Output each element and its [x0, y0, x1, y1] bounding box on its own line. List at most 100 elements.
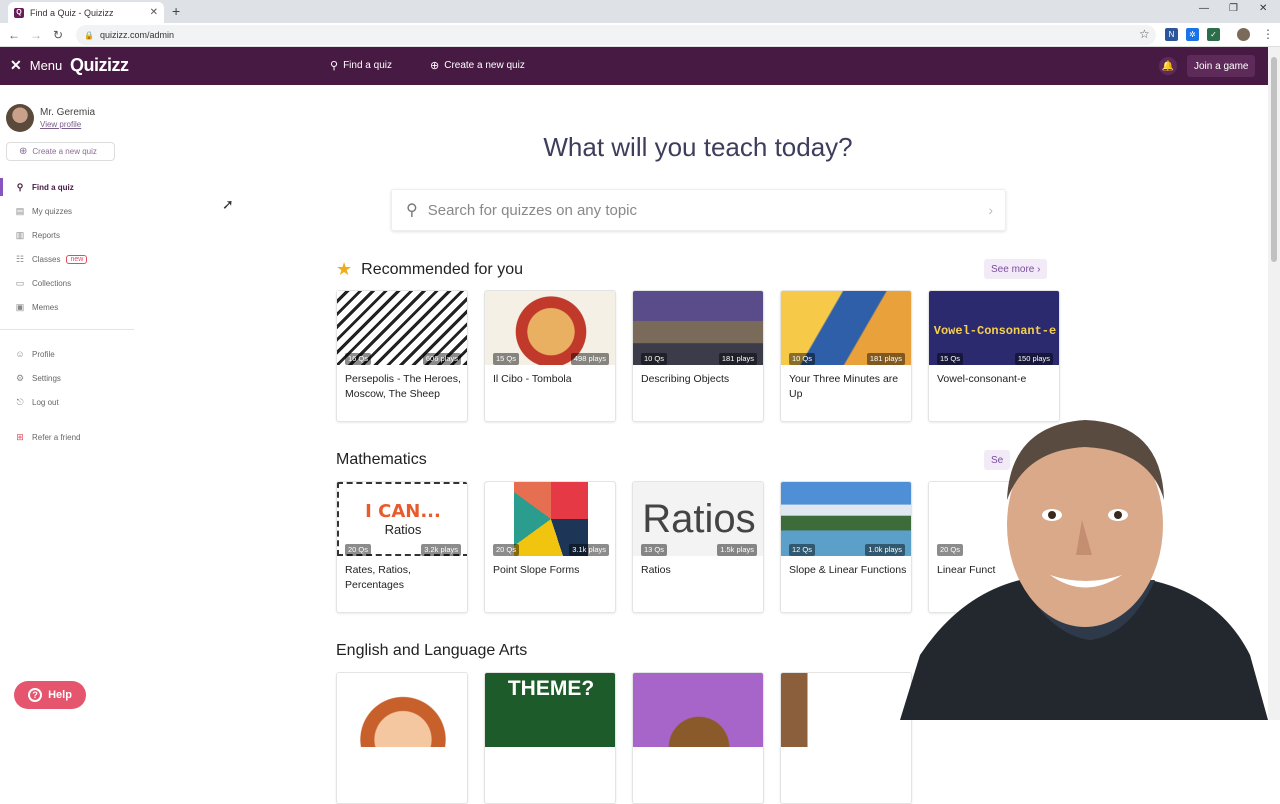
play-count: 181 plays [866, 353, 905, 365]
logout-icon: ⎋ [16, 396, 24, 407]
quiz-title: Slope & Linear Functions [789, 564, 907, 576]
play-count: 150 plays [1014, 353, 1053, 365]
quiz-meta: 16 Qs 606 plays [337, 353, 467, 365]
notification-bell-icon[interactable]: 🔔 [1159, 57, 1177, 75]
quiz-meta: 13 Qs 1.5k plays [633, 544, 763, 556]
quiz-card[interactable] [632, 672, 764, 804]
url-field[interactable]: 🔒 quizizz.com/admin [76, 25, 1156, 45]
help-button[interactable]: ? Help [14, 681, 86, 709]
quiz-title: Describing Objects [641, 373, 730, 385]
create-quiz-label: Create a new quiz [444, 60, 525, 71]
tab-close-icon[interactable]: ✕ [150, 7, 158, 18]
browser-tab-bar: Q Find a Quiz - Quizizz ✕ + — ❐ ✕ [0, 0, 1280, 23]
user-icon: ☺ [15, 349, 25, 359]
sidebar-item-find-quiz[interactable]: ⚲ Find a quiz [0, 176, 134, 198]
browser-tab[interactable]: Q Find a Quiz - Quizizz ✕ [8, 2, 164, 23]
quiz-meta: 15 Qs 498 plays [485, 353, 615, 365]
sidebar-item-label: Log out [32, 397, 59, 407]
header-create-quiz-link[interactable]: ⊕ Create a new quiz [430, 59, 525, 72]
quiz-card[interactable]: 16 Qs 606 plays Persepolis - The Heroes, … [336, 290, 468, 422]
avatar [6, 104, 34, 132]
header-find-quiz-link[interactable]: ⚲ Find a quiz [330, 59, 392, 72]
quiz-title: Il Cibo - Tombola [493, 373, 572, 385]
window-minimize-icon[interactable]: — [1199, 3, 1209, 14]
play-count: 498 plays [570, 353, 609, 365]
quiz-thumbnail: THEME? [485, 673, 615, 747]
sidebar-create-quiz-button[interactable]: ⊕ Create a new quiz [6, 142, 115, 161]
sidebar-item-log-out[interactable]: ⎋ Log out [0, 391, 134, 413]
sidebar-item-reports[interactable]: ▥ Reports [0, 224, 134, 246]
quiz-title: Ratios [641, 564, 671, 576]
user-profile[interactable]: Mr. Geremia View profile [6, 104, 95, 132]
chevron-right-icon: › [1034, 263, 1041, 275]
page-scrollbar[interactable] [1268, 47, 1280, 720]
see-more-label: See more [991, 263, 1035, 275]
quiz-card[interactable]: Ratios 13 Qs 1.5k plays Ratios [632, 481, 764, 613]
quiz-search-bar[interactable]: ⚲ › [391, 189, 1006, 231]
view-profile-link[interactable]: View profile [40, 120, 95, 129]
quiz-card[interactable]: I CAN... Ratios 20 Qs 3.2k plays Rates, R… [336, 481, 468, 613]
section-title-recommended: ★ Recommended for you [336, 259, 523, 280]
quiz-meta: 20 Qs 3.2k plays [337, 544, 467, 556]
quiz-thumbnail [781, 673, 911, 747]
sidebar-item-my-quizzes[interactable]: ▤ My quizzes [0, 200, 134, 222]
document-icon: ▤ [15, 205, 25, 216]
search-input[interactable] [427, 201, 989, 219]
extension-icon[interactable]: N [1165, 28, 1178, 41]
reload-icon[interactable]: ↻ [47, 28, 69, 42]
quiz-card[interactable]: 10 Qs 181 plays Your Three Minutes are Up [780, 290, 912, 422]
quiz-card[interactable]: 20 Qs 3.1k plays Point Slope Forms [484, 481, 616, 613]
quiz-card[interactable]: 15 Qs 498 plays Il Cibo - Tombola [484, 290, 616, 422]
play-count: 606 plays [422, 353, 461, 365]
join-game-button[interactable]: Join a game [1187, 55, 1256, 77]
sidebar-item-label: My quizzes [32, 206, 73, 216]
url-text: quizizz.com/admin [99, 30, 174, 40]
menu-label: Menu [29, 58, 63, 73]
app-header: ✕ Menu Quizizz ⚲ Find a quiz ⊕ Create a … [0, 47, 1268, 85]
sidebar-item-refer-friend[interactable]: ⊞ Refer a friend [0, 426, 134, 448]
quiz-card[interactable] [336, 672, 468, 804]
thumbnail-text: Ratios [384, 522, 422, 537]
webcam-overlay [900, 405, 1268, 720]
forward-icon[interactable]: → [25, 28, 47, 42]
sidebar-item-settings[interactable]: ⚙ Settings [0, 367, 134, 389]
browser-menu-icon[interactable]: ⋮ [1262, 27, 1274, 41]
quiz-card[interactable] [780, 672, 912, 804]
sidebar-item-collections[interactable]: ▭ Collections [0, 272, 134, 294]
question-count: 10 Qs [641, 353, 668, 365]
quiz-card[interactable]: THEME? [484, 672, 616, 804]
quiz-thumbnail [633, 673, 763, 747]
bookmark-star-icon[interactable]: ☆ [1139, 27, 1150, 41]
quizizz-logo[interactable]: Quizizz [70, 55, 129, 76]
window-close-icon[interactable]: ✕ [1259, 3, 1267, 14]
quiz-card[interactable]: 12 Qs 1.0k plays Slope & Linear Functions [780, 481, 912, 613]
quiz-card[interactable]: Vowel-Consonant-e 15 Qs 150 plays Vowel-c… [928, 290, 1060, 422]
window-restore-icon[interactable]: ❐ [1229, 3, 1238, 14]
browser-profile-avatar[interactable] [1237, 28, 1250, 41]
sidebar-item-classes[interactable]: ☷ Classes new [0, 248, 134, 270]
question-count: 15 Qs [493, 353, 520, 365]
quiz-card[interactable]: 10 Qs 181 plays Describing Objects [632, 290, 764, 422]
plus-circle-icon: ⊕ [430, 60, 440, 72]
user-name: Mr. Geremia [40, 107, 96, 118]
extension-icon[interactable]: ✲ [1186, 28, 1199, 41]
question-count: 15 Qs [937, 353, 964, 365]
scrollbar-thumb[interactable] [1271, 57, 1277, 262]
sidebar-item-memes[interactable]: ▣ Memes [0, 296, 134, 318]
new-tab-icon[interactable]: + [172, 3, 180, 19]
image-icon: ▣ [15, 301, 25, 312]
see-more-button[interactable]: See more › [984, 259, 1048, 279]
section-title-english: English and Language Arts [336, 642, 527, 660]
chevron-right-icon[interactable]: › [988, 202, 993, 218]
sidebar-item-profile[interactable]: ☺ Profile [0, 343, 134, 365]
menu-button[interactable]: ✕ Menu [10, 57, 62, 74]
back-icon[interactable]: ← [3, 28, 25, 42]
quiz-meta: 12 Qs 1.0k plays [781, 544, 911, 556]
folder-icon: ▭ [15, 277, 25, 288]
search-icon: ⚲ [330, 60, 339, 72]
extension-icon[interactable]: ✓ [1207, 28, 1220, 41]
quiz-thumbnail [337, 673, 467, 747]
play-count: 1.5k plays [717, 544, 757, 556]
sidebar-item-label: Collections [32, 278, 72, 288]
search-icon: ⚲ [406, 202, 418, 219]
